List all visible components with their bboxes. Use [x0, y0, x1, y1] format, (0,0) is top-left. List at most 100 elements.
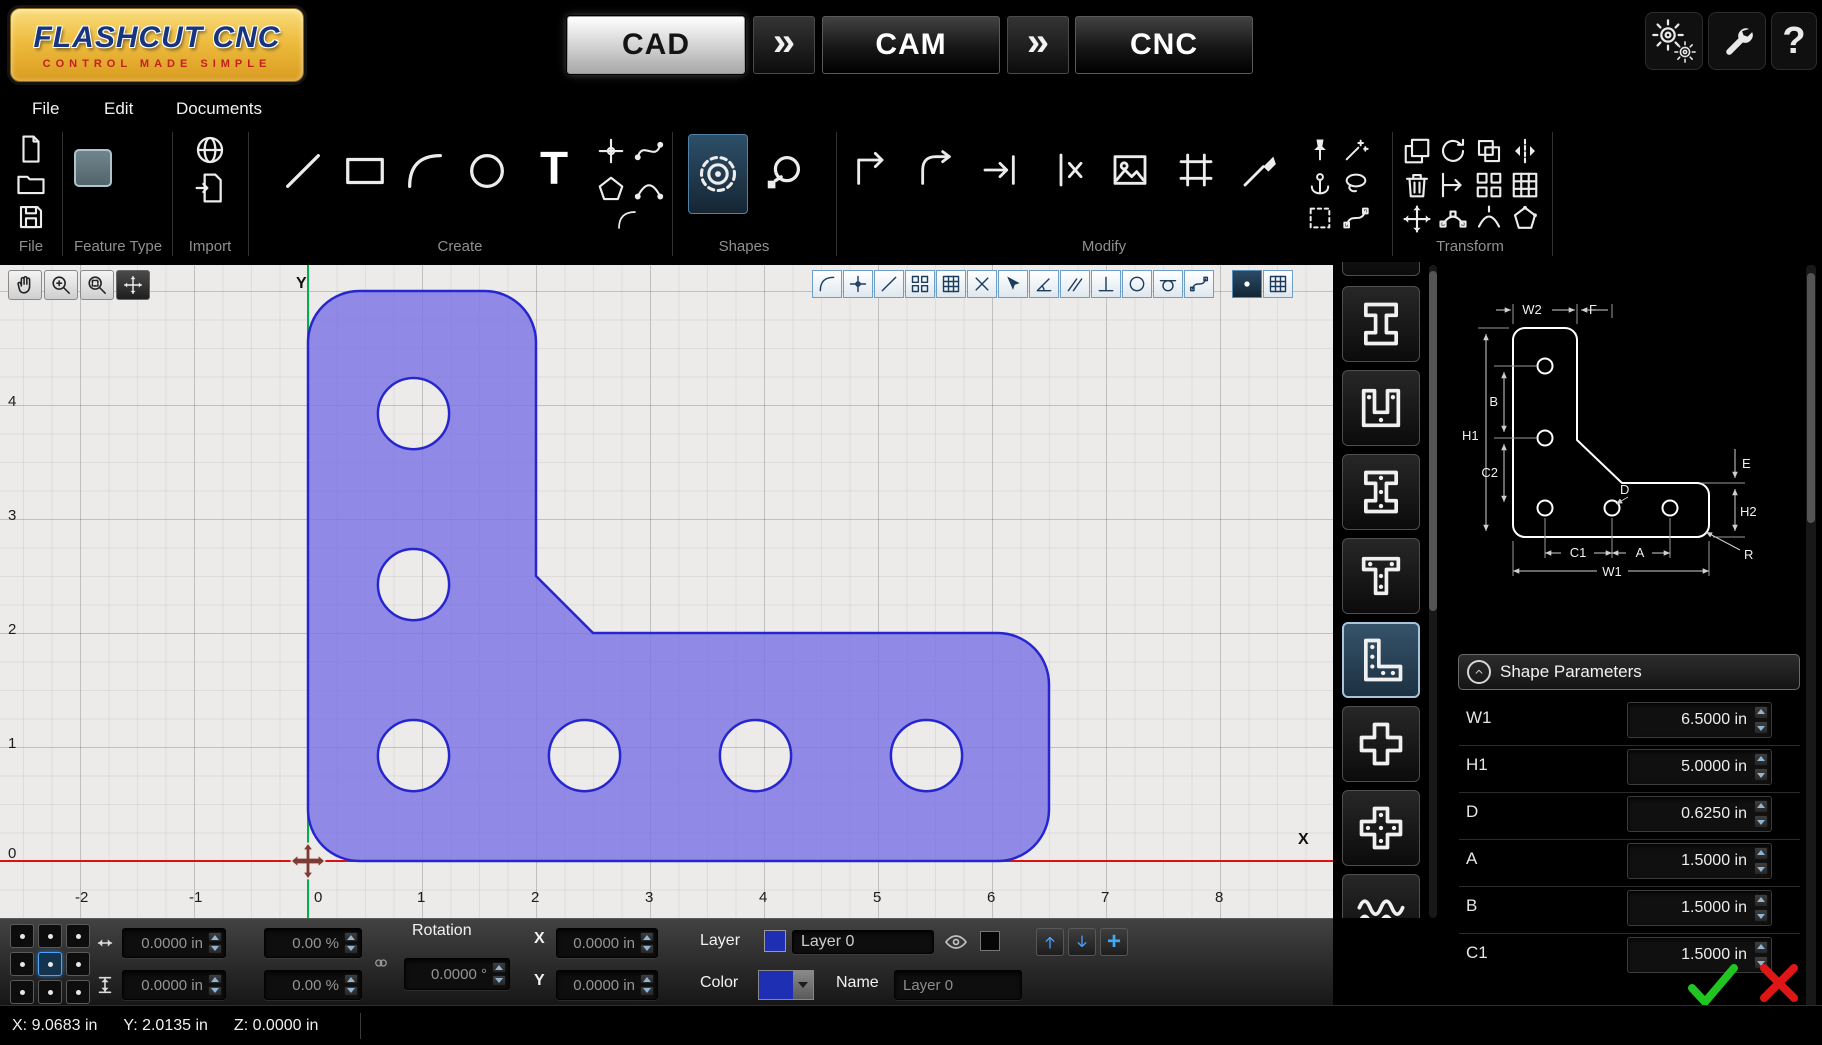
import-cad-button[interactable]: [194, 134, 226, 166]
name-input[interactable]: Layer 0: [894, 970, 1022, 1000]
menu-file[interactable]: File: [26, 90, 65, 128]
spline-tool-button[interactable]: [634, 136, 664, 166]
grid-button[interactable]: [1510, 170, 1540, 200]
fillet-tool-button[interactable]: [916, 150, 956, 190]
snap-center-button[interactable]: [843, 270, 873, 298]
text-tool-button[interactable]: T: [532, 140, 576, 196]
zoom-in-tool-button[interactable]: [44, 270, 78, 300]
copy-button[interactable]: [1402, 136, 1432, 166]
corner-tool-button[interactable]: [852, 150, 892, 190]
rotate-button[interactable]: [1438, 136, 1468, 166]
arc-tool-button[interactable]: [402, 148, 448, 194]
y-position-input[interactable]: 0.0000 in: [556, 970, 658, 1000]
height-spinner[interactable]: [208, 974, 222, 996]
part-drawing[interactable]: [0, 265, 1333, 918]
stretch-button[interactable]: [1438, 204, 1468, 234]
anchor-middle-right[interactable]: [66, 952, 90, 976]
zoom-window-tool-button[interactable]: [80, 270, 114, 300]
param-d-input[interactable]: 0.6250 in: [1627, 796, 1772, 832]
layer-visibility-eye-icon[interactable]: [944, 930, 968, 954]
height-percent-spinner[interactable]: [344, 974, 358, 996]
l-bracket-part[interactable]: [308, 291, 1049, 861]
menu-documents[interactable]: Documents: [170, 90, 268, 128]
snap-endpoint-button[interactable]: [874, 270, 904, 298]
right-panel-scroll-thumb[interactable]: [1807, 273, 1815, 523]
anchor-tool-button[interactable]: [1306, 170, 1334, 198]
line-tool-button[interactable]: [280, 148, 326, 194]
x-position-spinner[interactable]: [640, 932, 654, 954]
cnc-mode-button[interactable]: CNC: [1075, 16, 1253, 74]
layer-alt-swatch[interactable]: [980, 931, 1000, 951]
snap-circle-button[interactable]: [1122, 270, 1152, 298]
add-layer-button[interactable]: +: [1100, 928, 1128, 956]
shape-library-u-channel[interactable]: [1342, 370, 1420, 446]
cam-to-cnc-arrow-button[interactable]: »: [1007, 16, 1069, 74]
snap-quadrant-button[interactable]: [936, 270, 966, 298]
shape-library-i-beam[interactable]: [1342, 286, 1420, 362]
polygon-edit-button[interactable]: [1510, 204, 1540, 234]
show-grid-toggle[interactable]: [1263, 270, 1293, 298]
menu-edit[interactable]: Edit: [98, 90, 139, 128]
width-input[interactable]: 0.0000 in: [122, 928, 226, 958]
snap-nearest-button[interactable]: [998, 270, 1028, 298]
width-spinner[interactable]: [208, 932, 222, 954]
small-arc-tool-button[interactable]: [615, 208, 639, 232]
node-edit-tool-button[interactable]: [1342, 204, 1370, 232]
tools-button[interactable]: [1708, 12, 1766, 70]
cam-mode-button[interactable]: CAM: [822, 16, 1000, 74]
param-b-spinner[interactable]: [1754, 894, 1768, 922]
select-move-tool-button[interactable]: [116, 270, 150, 300]
open-file-button[interactable]: [16, 168, 46, 198]
anchor-bottom-center[interactable]: [38, 980, 62, 1004]
param-a-input[interactable]: 1.5000 in: [1627, 843, 1772, 879]
image-tool-button[interactable]: [1110, 150, 1150, 190]
param-h1-spinner[interactable]: [1754, 753, 1768, 781]
polygon-tool-button[interactable]: [596, 174, 626, 204]
shape-library-cross[interactable]: [1342, 706, 1420, 782]
circle-tool-button[interactable]: [464, 148, 510, 194]
layer-color-swatch[interactable]: [764, 930, 786, 952]
layer-select[interactable]: Layer 0: [792, 930, 934, 954]
import-image-button[interactable]: [194, 172, 226, 204]
snap-arc-button[interactable]: [812, 270, 842, 298]
extend-tool-button[interactable]: [980, 150, 1020, 190]
cad-mode-button[interactable]: CAD: [567, 16, 745, 74]
standard-shapes-button[interactable]: [688, 134, 748, 214]
anchor-center[interactable]: [38, 952, 62, 976]
drawing-canvas[interactable]: Y X -2 -1 0 1 2 3 4 5 6 7 8 4 3 2 1 0: [0, 265, 1333, 918]
anchor-bottom-right[interactable]: [66, 980, 90, 1004]
anchor-bottom-left[interactable]: [10, 980, 34, 1004]
shape-library-i-beam-holes[interactable]: [1342, 454, 1420, 530]
shape-library-item-partial[interactable]: [1342, 262, 1420, 276]
bend-button[interactable]: [1474, 204, 1504, 234]
param-d-spinner[interactable]: [1754, 800, 1768, 828]
align-button[interactable]: [1438, 170, 1468, 200]
snap-node-button[interactable]: [1184, 270, 1214, 298]
rotation-spinner[interactable]: [492, 962, 506, 986]
shape-library-scroll-thumb[interactable]: [1429, 271, 1437, 611]
array-button[interactable]: [1474, 170, 1504, 200]
mirror-button[interactable]: [1510, 136, 1540, 166]
param-w1-input[interactable]: 6.5000 in: [1627, 702, 1772, 738]
param-w1-spinner[interactable]: [1754, 706, 1768, 734]
param-h1-input[interactable]: 5.0000 in: [1627, 749, 1772, 785]
wand-tool-button[interactable]: [1342, 136, 1370, 164]
three-point-arc-tool-button[interactable]: [634, 174, 664, 204]
paste-button[interactable]: [1474, 136, 1504, 166]
width-percent-input[interactable]: 0.00 %: [264, 928, 362, 958]
param-a-spinner[interactable]: [1754, 847, 1768, 875]
shape-parameters-header[interactable]: Shape Parameters: [1458, 654, 1800, 690]
snap-grid-button[interactable]: [905, 270, 935, 298]
new-file-button[interactable]: [16, 134, 46, 164]
shape-library-l-bracket[interactable]: [1342, 622, 1420, 698]
snap-parallel-button[interactable]: [1060, 270, 1090, 298]
height-percent-input[interactable]: 0.00 %: [264, 970, 362, 1000]
move-button[interactable]: [1402, 204, 1432, 234]
lasso-tool-button[interactable]: [1342, 170, 1370, 198]
snap-tangent-button[interactable]: [1153, 270, 1183, 298]
anchor-top-center[interactable]: [38, 924, 62, 948]
proportional-link-icon[interactable]: [372, 954, 390, 972]
point-tool-button[interactable]: [596, 136, 626, 166]
y-position-spinner[interactable]: [640, 974, 654, 996]
snap-perpendicular-button[interactable]: [1091, 270, 1121, 298]
